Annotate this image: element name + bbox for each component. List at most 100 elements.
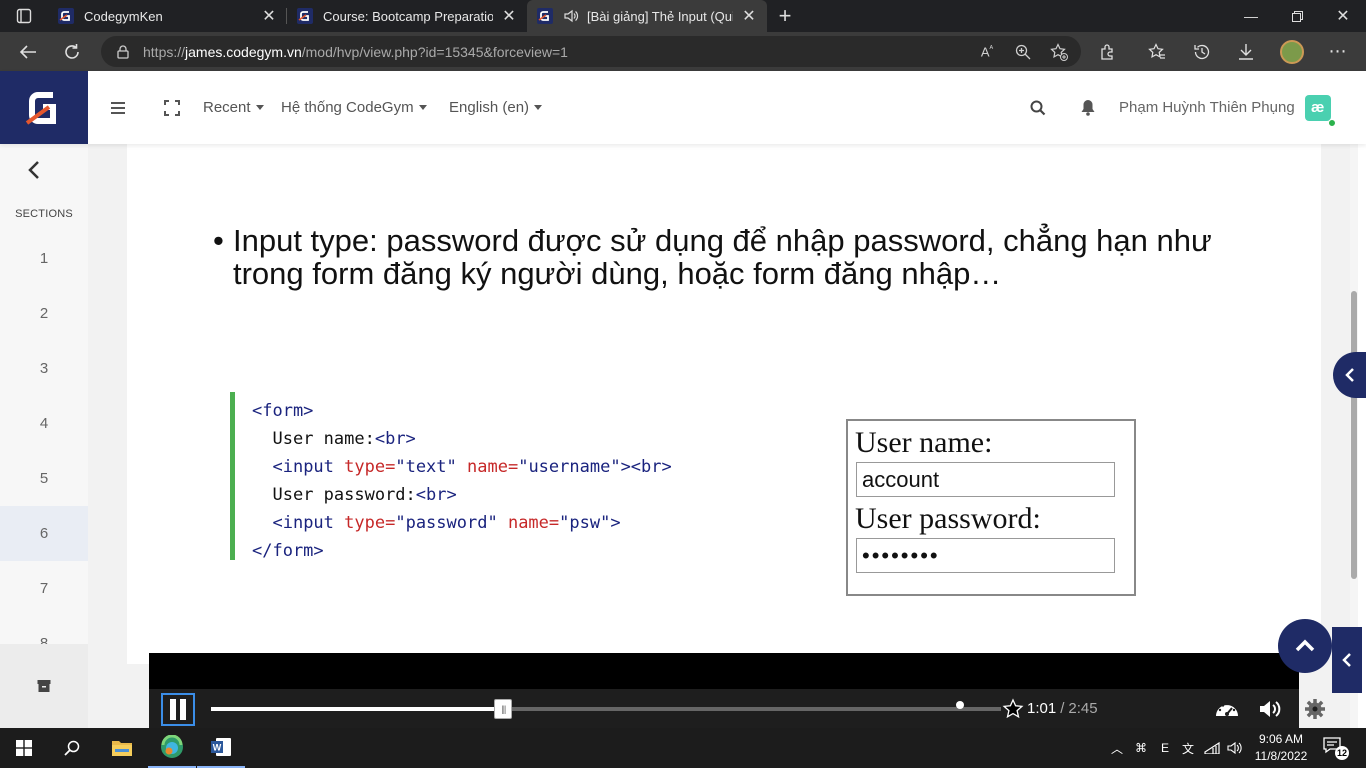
restore-button[interactable] bbox=[1274, 0, 1320, 32]
close-window-button[interactable]: ✕ bbox=[1320, 0, 1366, 32]
playback-speed-button[interactable] bbox=[1209, 689, 1245, 728]
tab-close-icon[interactable]: ✕ bbox=[741, 6, 757, 26]
sections-heading: SECTIONS bbox=[15, 208, 73, 220]
profile-button[interactable] bbox=[1270, 32, 1314, 71]
code-token: User name: bbox=[272, 429, 375, 449]
language-label: English (en) bbox=[449, 99, 530, 116]
tab-bai-giang-the-input[interactable]: [Bài giảng] Thẻ Input (Quiz) ✕ bbox=[527, 0, 767, 32]
edge-browser-button[interactable] bbox=[148, 728, 196, 768]
history-icon bbox=[1194, 44, 1210, 59]
taskbar-clock[interactable]: 9:06 AM 11/8/2022 bbox=[1246, 731, 1316, 765]
online-status-dot bbox=[1327, 118, 1336, 127]
word-button[interactable]: W bbox=[197, 728, 245, 768]
minimize-button[interactable]: — bbox=[1228, 0, 1274, 32]
codegym-favicon-icon bbox=[297, 8, 313, 24]
zoom-button[interactable] bbox=[1005, 36, 1041, 67]
network-share-tray[interactable]: ⌘ bbox=[1130, 728, 1152, 768]
browser-tab-strip: CodegymKen ✕ Course: Bootcamp Preparatio… bbox=[0, 0, 1366, 32]
gear-icon bbox=[1305, 698, 1325, 719]
section-item-1[interactable]: 1 bbox=[0, 231, 88, 286]
sidebar-back-button[interactable] bbox=[24, 158, 44, 182]
wifi-tray[interactable] bbox=[1201, 728, 1223, 768]
tab-course-bootcamp[interactable]: Course: Bootcamp Preparation 2 ✕ bbox=[287, 0, 527, 32]
speaker-icon bbox=[1227, 741, 1242, 755]
volume-tray[interactable] bbox=[1224, 728, 1246, 768]
interaction-star-button[interactable] bbox=[1001, 689, 1025, 728]
browser-toolbar: https://james.codegym.vn/mod/hvp/view.ph… bbox=[0, 32, 1366, 71]
tab-close-icon[interactable]: ✕ bbox=[501, 6, 517, 26]
start-button[interactable] bbox=[0, 728, 48, 768]
tab-title: CodegymKen bbox=[84, 8, 163, 24]
search-button[interactable] bbox=[1030, 71, 1046, 144]
file-explorer-button[interactable] bbox=[98, 728, 146, 768]
section-item-5[interactable]: 5 bbox=[0, 451, 88, 506]
recent-menu[interactable]: Recent bbox=[203, 71, 264, 144]
windows-logo-icon bbox=[16, 740, 32, 756]
address-bar[interactable]: https://james.codegym.vn/mod/hvp/view.ph… bbox=[101, 36, 1081, 67]
url-path: /mod/hvp/view.php?id=15345&forceview=1 bbox=[301, 43, 568, 60]
scroll-to-top-button[interactable] bbox=[1278, 619, 1332, 673]
tab-close-icon[interactable]: ✕ bbox=[261, 6, 277, 26]
back-button[interactable] bbox=[10, 32, 46, 71]
section-item-6[interactable]: 6 bbox=[0, 506, 88, 561]
main-content: • Input type: password được sử dụng để n… bbox=[88, 144, 1358, 728]
network-share-icon: ⌘ bbox=[1135, 741, 1147, 755]
block-drawer-toggle[interactable] bbox=[1332, 627, 1362, 693]
fullscreen-button[interactable] bbox=[163, 71, 181, 144]
ime-mode-tray[interactable]: E bbox=[1154, 728, 1176, 768]
profile-avatar bbox=[1280, 39, 1304, 64]
volume-button[interactable] bbox=[1253, 689, 1289, 728]
codegym-favicon-icon bbox=[537, 8, 553, 24]
interaction-marker[interactable] bbox=[956, 701, 964, 709]
demo-password-field: •••••••• bbox=[856, 538, 1115, 573]
section-item-4[interactable]: 4 bbox=[0, 396, 88, 451]
refresh-button[interactable] bbox=[54, 32, 90, 71]
settings-menu-button[interactable]: ⋯ bbox=[1316, 32, 1360, 71]
video-progress-slider[interactable]: ||| bbox=[211, 699, 1001, 719]
svg-text:W: W bbox=[213, 743, 222, 753]
read-aloud-button[interactable]: Aᴬ bbox=[969, 36, 1005, 67]
video-progress-handle[interactable]: ||| bbox=[494, 699, 513, 719]
history-button[interactable] bbox=[1180, 32, 1224, 71]
language-menu[interactable]: English (en) bbox=[449, 71, 543, 144]
word-icon: W bbox=[211, 738, 231, 756]
url-scheme: https:// bbox=[143, 43, 186, 60]
codegym-logo[interactable] bbox=[0, 71, 88, 144]
archive-icon bbox=[37, 680, 51, 692]
section-item-2[interactable]: 2 bbox=[0, 286, 88, 341]
add-favorite-button[interactable] bbox=[1041, 36, 1077, 67]
new-tab-button[interactable]: + bbox=[767, 0, 803, 32]
pause-button[interactable] bbox=[161, 693, 195, 726]
notification-center-button[interactable]: 12 bbox=[1322, 736, 1352, 760]
show-hidden-icons-button[interactable]: ︿ bbox=[1106, 728, 1128, 768]
ime-icon: E bbox=[1160, 741, 1169, 755]
tab-codegymken[interactable]: CodegymKen ✕ bbox=[48, 0, 287, 32]
downloads-button[interactable] bbox=[1224, 32, 1268, 71]
taskbar-search-button[interactable] bbox=[48, 728, 96, 768]
tab-audio-icon[interactable] bbox=[563, 8, 579, 24]
language-tray[interactable]: 文 bbox=[1177, 728, 1199, 768]
video-settings-button[interactable] bbox=[1299, 689, 1331, 728]
notifications-button[interactable] bbox=[1080, 71, 1096, 144]
bullet-dot: • bbox=[213, 223, 224, 258]
page-scrollbar-thumb[interactable] bbox=[1351, 291, 1357, 579]
extensions-button[interactable] bbox=[1086, 32, 1130, 71]
tab-actions-button[interactable] bbox=[0, 0, 48, 32]
demo-password-label: User password: bbox=[855, 502, 1041, 535]
system-menu[interactable]: Hệ thống CodeGym bbox=[281, 71, 427, 144]
code-token: User password: bbox=[272, 485, 416, 505]
close-icon: ✕ bbox=[1336, 8, 1350, 25]
section-item-7[interactable]: 7 bbox=[0, 561, 88, 616]
code-token: type= bbox=[344, 457, 396, 477]
menu-toggle-button[interactable] bbox=[110, 71, 126, 144]
notification-count: 12 bbox=[1335, 746, 1349, 760]
favorites-button[interactable] bbox=[1135, 32, 1179, 71]
code-token: "password" bbox=[395, 513, 498, 533]
user-menu[interactable]: Phạm Huỳnh Thiên Phụng æ bbox=[1119, 71, 1336, 144]
lecture-slide: • Input type: password được sử dụng để n… bbox=[127, 144, 1321, 664]
section-item-3[interactable]: 3 bbox=[0, 341, 88, 396]
windows-taskbar: W ︿ ⌘ E 文 9:06 AM 11/8/2022 12 bbox=[0, 728, 1366, 768]
speedometer-icon bbox=[1216, 702, 1238, 716]
sidebar-archive-button[interactable] bbox=[0, 644, 88, 728]
avatar-text: æ bbox=[1311, 99, 1325, 116]
